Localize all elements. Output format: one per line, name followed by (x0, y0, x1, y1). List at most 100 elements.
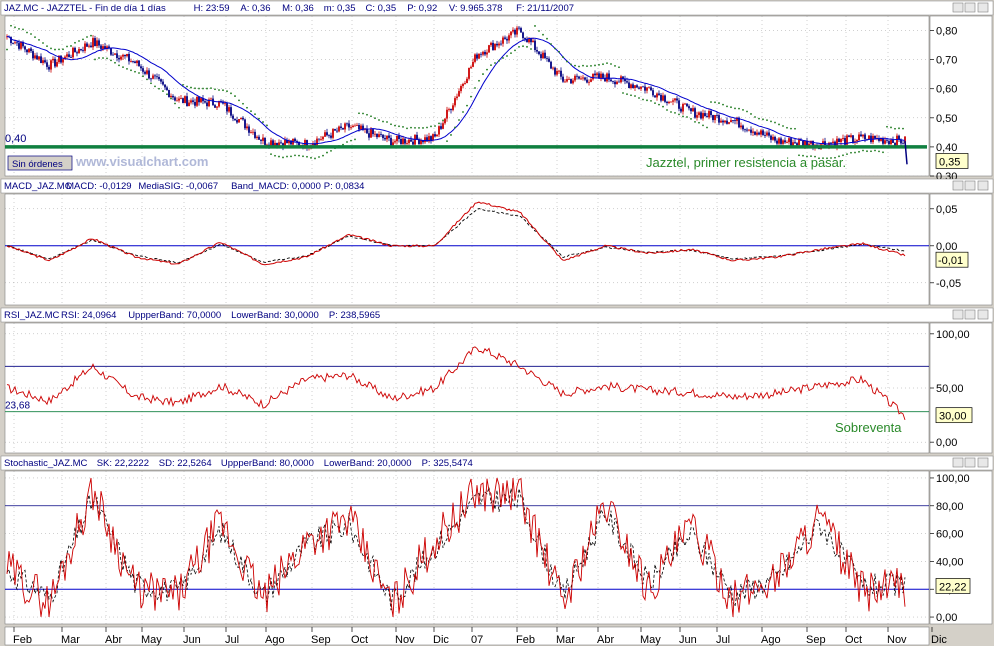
sar-dot (698, 121, 700, 124)
candle-body (38, 56, 40, 60)
maximize-button[interactable] (964, 457, 976, 468)
minimize-button[interactable] (952, 2, 964, 13)
candle-body (280, 142, 282, 144)
sar-dot (586, 65, 588, 68)
candle-body (26, 49, 28, 53)
sar-dot (550, 43, 552, 45)
candle-body (534, 40, 536, 51)
candle-body (258, 136, 260, 140)
candle-body (594, 73, 596, 76)
candle-body (228, 107, 230, 112)
candle-body (832, 141, 834, 144)
candle-body (768, 132, 770, 136)
candle-body (564, 81, 566, 83)
candle-body (798, 139, 800, 146)
sar-dot (262, 121, 264, 123)
annotation-text: Jazztel, primer resistencia a pasar. (646, 155, 846, 170)
candle-body (234, 118, 236, 121)
candle-body (410, 139, 412, 142)
candle-body (424, 137, 426, 143)
header-field: JAZ.MC - JAZZTEL - Fin de día 1 días (4, 3, 166, 14)
close-button[interactable] (977, 180, 989, 191)
maximize-button[interactable] (964, 309, 976, 320)
candle-body (884, 140, 886, 144)
candle-body (198, 96, 200, 103)
candle-body (840, 139, 842, 143)
candle-body (586, 79, 588, 83)
sar-dot (346, 141, 348, 143)
candle-body (858, 134, 860, 141)
sar-dot (326, 151, 328, 154)
sar-dot (106, 57, 108, 60)
sar-dot (886, 125, 888, 128)
sin-ordenes-label: Sin órdenes (12, 159, 63, 170)
candle-body (500, 43, 502, 45)
sar-dot (414, 126, 416, 129)
sar-dot (794, 127, 796, 130)
sar-dot (622, 92, 624, 94)
minimize-button[interactable] (952, 457, 964, 468)
sar-dot (98, 57, 100, 59)
sar-dot (898, 127, 900, 130)
candle-body (42, 60, 44, 63)
sar-dot (522, 45, 524, 48)
sar-dot (318, 156, 320, 158)
close-button[interactable] (977, 309, 989, 320)
sar-dot (566, 60, 568, 63)
candle-body (580, 78, 582, 80)
minimize-button[interactable] (952, 309, 964, 320)
candle-body (156, 76, 158, 78)
candle-body (84, 43, 86, 51)
sar-dot (486, 68, 488, 71)
candle-body (666, 101, 668, 104)
candle-body (896, 135, 898, 146)
candle-body (388, 135, 390, 138)
x-tick-label: Jul (225, 634, 239, 646)
sar-dot (118, 64, 120, 67)
candle-body (226, 103, 228, 112)
candle-body (618, 81, 620, 83)
y-tick-label: 100,00 (936, 473, 970, 485)
candle-body (648, 87, 650, 89)
candle-body (848, 135, 850, 137)
y-tick-label: 0,05 (936, 204, 957, 216)
candle-body (784, 140, 786, 143)
header-field: RSI_JAZ.MC (4, 310, 60, 321)
sar-dot (466, 104, 468, 107)
sar-dot (198, 87, 200, 90)
y-tick-label: 0,00 (936, 241, 957, 253)
candle-body (326, 132, 328, 136)
sar-dot (350, 139, 352, 142)
candle-body (96, 40, 98, 47)
minimize-button[interactable] (952, 180, 964, 191)
sar-dot (38, 39, 40, 41)
y-tick-label: 0,00 (936, 437, 957, 449)
sar-dot (590, 64, 592, 67)
header-field: F: 21/11/2007 (516, 3, 574, 14)
maximize-button[interactable] (964, 2, 976, 13)
candle-body (408, 139, 410, 144)
sar-dot (14, 26, 16, 29)
candle-body (552, 67, 554, 69)
candle-body (390, 137, 392, 146)
close-button[interactable] (977, 2, 989, 13)
candle-body (242, 117, 244, 120)
sar-dot (490, 64, 492, 67)
sar-dot (894, 127, 896, 130)
sar-dot (570, 63, 572, 66)
candle-body (86, 43, 88, 47)
sar-dot (254, 113, 256, 116)
sar-dot (110, 59, 112, 62)
candle-body (394, 141, 396, 143)
candle-body (796, 143, 798, 146)
sar-dot (534, 25, 536, 27)
candle-body (132, 61, 134, 62)
sar-dot (458, 119, 460, 121)
sar-dot (606, 62, 608, 65)
sar-dot (426, 126, 428, 129)
close-button[interactable] (977, 457, 989, 468)
candle-body (176, 100, 178, 102)
header-field: UppperBand: 70,0000 (128, 310, 221, 321)
candle-body (160, 79, 162, 82)
maximize-button[interactable] (964, 180, 976, 191)
